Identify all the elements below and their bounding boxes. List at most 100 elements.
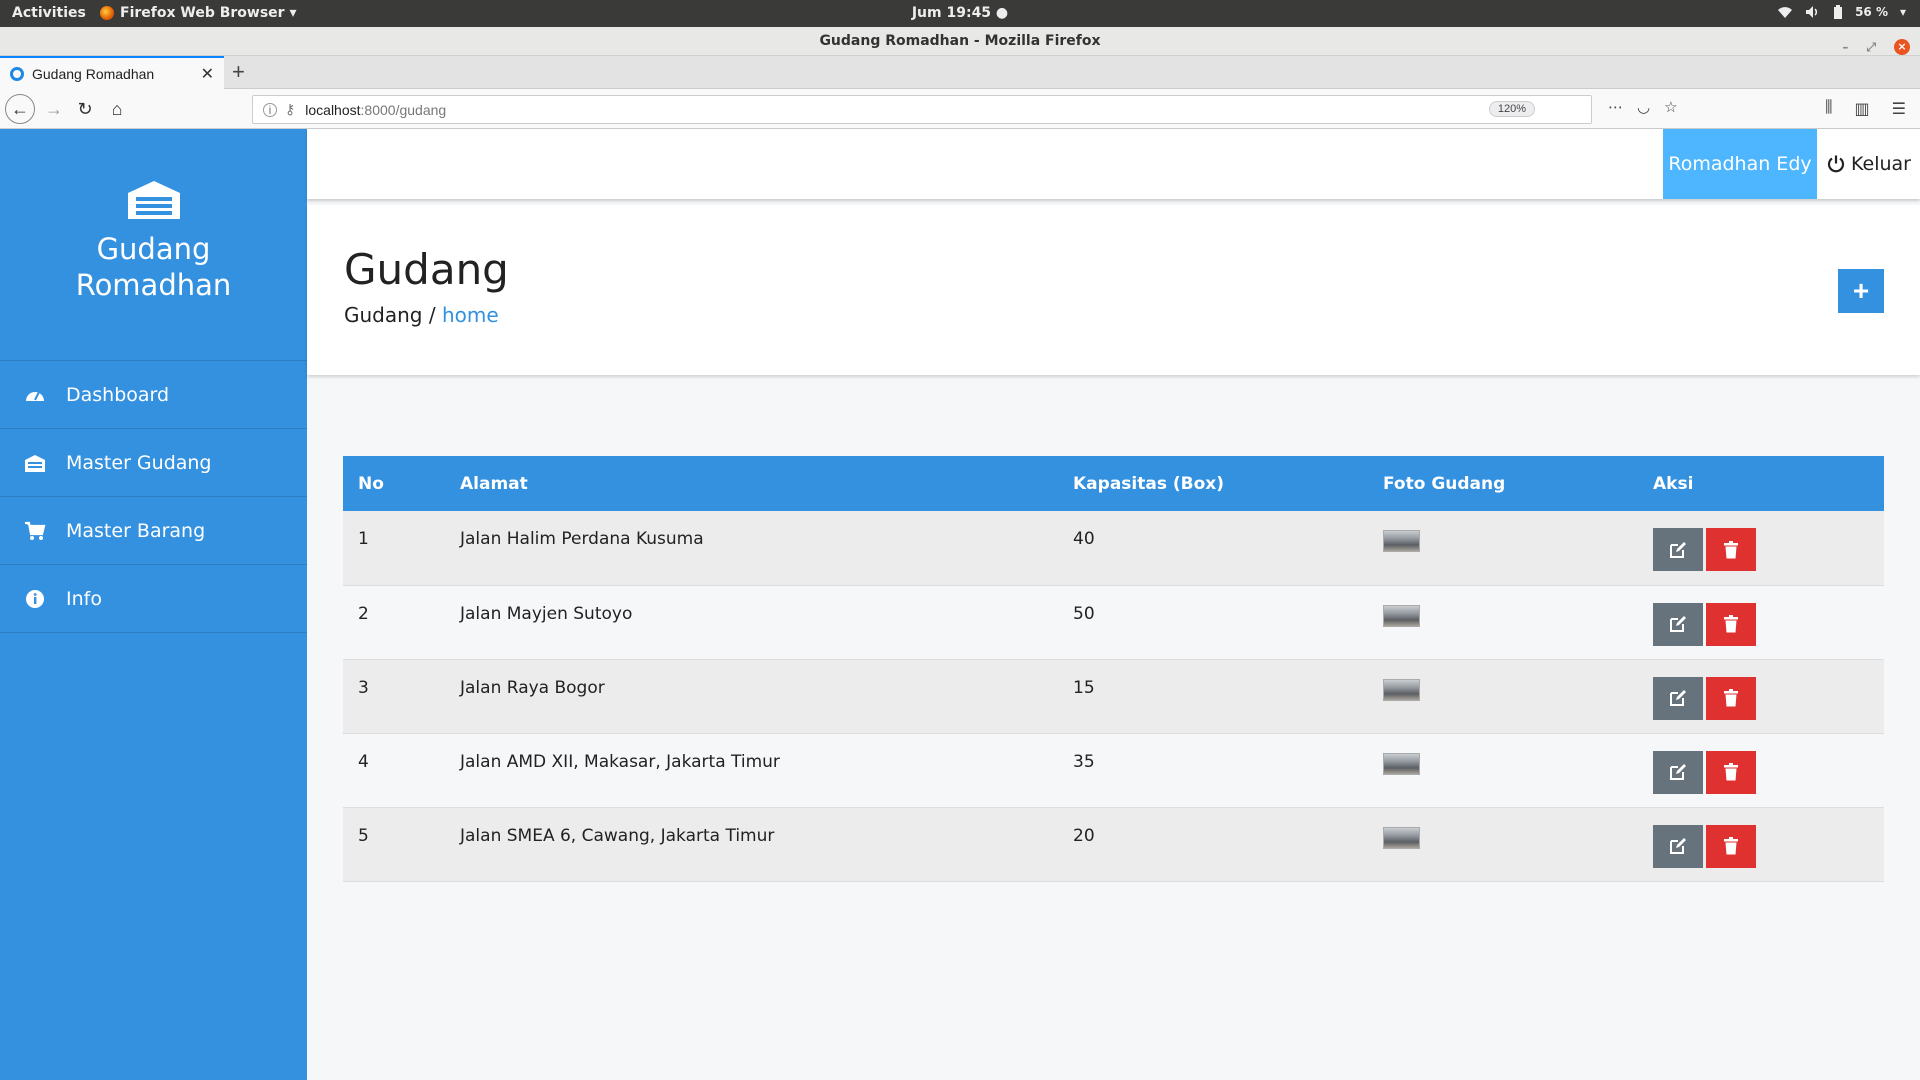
tab-title: Gudang Romadhan [32, 65, 155, 82]
back-icon[interactable]: ← [5, 94, 35, 124]
forward-icon[interactable]: → [40, 95, 68, 123]
battery-percent: 56 % [1855, 5, 1888, 19]
table-row: 2 Jalan Mayjen Sutoyo 50 [343, 585, 1884, 659]
column-header-kapasitas: Kapasitas (Box) [1073, 473, 1225, 494]
home-icon[interactable]: ⌂ [103, 95, 131, 123]
delete-button[interactable] [1706, 528, 1756, 571]
power-icon [1827, 155, 1845, 173]
delete-button[interactable] [1706, 750, 1756, 794]
sidebar-item-label: Info [66, 587, 102, 610]
app-menu-label: Firefox Web Browser ▾ [120, 5, 297, 21]
cell-no: 3 [358, 677, 369, 698]
logout-button[interactable]: Keluar [1817, 129, 1920, 199]
window-title: Gudang Romadhan - Mozilla Firefox – ⤢ × [0, 27, 1920, 56]
gudang-table: No Alamat Kapasitas (Box) Foto Gudang Ak… [343, 456, 1884, 882]
zoom-badge[interactable]: 120% [1488, 101, 1535, 117]
window-title-text: Gudang Romadhan - Mozilla Firefox [819, 33, 1101, 49]
sidebar-item-master-barang[interactable]: Master Barang [0, 497, 307, 565]
brand-title-line2: Romadhan [75, 268, 232, 302]
clock[interactable]: Jum 19:45 ● [912, 5, 1008, 21]
warehouse-photo-thumbnail[interactable] [1383, 752, 1420, 775]
tab-strip: Gudang Romadhan ✕ + [0, 56, 1920, 89]
browser-tab[interactable]: Gudang Romadhan ✕ [0, 56, 224, 89]
app-sidebar: Gudang Romadhan Dashboard Master Gudang … [0, 129, 307, 1080]
column-header-alamat: Alamat [460, 473, 528, 494]
warehouse-logo-icon [127, 181, 180, 219]
table-row: 4 Jalan AMD XII, Makasar, Jakarta Timur … [343, 733, 1884, 807]
sidebar-item-master-gudang[interactable]: Master Gudang [0, 429, 307, 497]
warehouse-photo-thumbnail[interactable] [1383, 678, 1420, 701]
edit-icon [1670, 616, 1686, 632]
table-row: 1 Jalan Halim Perdana Kusuma 40 [343, 511, 1884, 585]
breadcrumb: Gudang / home [344, 303, 499, 327]
brand[interactable]: Gudang Romadhan [0, 129, 307, 361]
cell-kapasitas: 20 [1073, 825, 1095, 846]
app-menu[interactable]: Firefox Web Browser ▾ [100, 5, 296, 21]
warehouse-photo-thumbnail[interactable] [1383, 604, 1420, 627]
activities-button[interactable]: Activities [12, 5, 86, 21]
cart-icon [25, 521, 46, 540]
site-info-icon[interactable]: i [263, 102, 277, 117]
brand-title: Gudang Romadhan [76, 231, 232, 303]
breadcrumb-home-link[interactable]: home [442, 303, 499, 327]
tab-favicon-icon [10, 66, 24, 81]
cell-alamat: Jalan AMD XII, Makasar, Jakarta Timur [460, 751, 780, 772]
edit-button[interactable] [1653, 528, 1703, 571]
sidebar-item-label: Master Barang [66, 519, 206, 542]
volume-icon [1806, 6, 1818, 18]
cell-alamat: Jalan SMEA 6, Cawang, Jakarta Timur [460, 825, 775, 846]
warehouse-photo-thumbnail[interactable] [1383, 826, 1420, 849]
edit-icon [1670, 541, 1686, 558]
page-title: Gudang [344, 245, 509, 294]
column-header-no: No [358, 473, 384, 494]
close-window-icon[interactable]: × [1894, 39, 1910, 55]
delete-button[interactable] [1706, 676, 1756, 720]
url-host: localhost [305, 101, 361, 118]
edit-icon [1670, 690, 1686, 706]
reload-icon[interactable]: ↻ [71, 95, 99, 123]
edit-button[interactable] [1653, 676, 1703, 720]
delete-button[interactable] [1706, 602, 1756, 646]
sidebar-item-dashboard[interactable]: Dashboard [0, 361, 307, 429]
bookmark-star-icon[interactable]: ☆ [1664, 98, 1677, 116]
hamburger-menu-icon[interactable]: ☰ [1892, 99, 1906, 119]
pocket-icon[interactable]: ◡ [1637, 98, 1650, 116]
cell-alamat: Jalan Mayjen Sutoyo [460, 603, 633, 624]
table-row: 3 Jalan Raya Bogor 15 [343, 659, 1884, 733]
edit-button[interactable] [1653, 750, 1703, 794]
breadcrumb-separator: / [428, 303, 436, 327]
cell-alamat: Jalan Halim Perdana Kusuma [460, 529, 704, 549]
top-navbar: Romadhan Edy Keluar [307, 129, 1920, 199]
page-header: Gudang Gudang / home + [307, 205, 1920, 375]
info-icon [26, 589, 44, 608]
delete-button[interactable] [1706, 824, 1756, 868]
url-path: :8000/gudang [360, 101, 447, 118]
user-menu-button[interactable]: Romadhan Edy [1663, 129, 1817, 199]
new-tab-icon[interactable]: + [232, 59, 245, 85]
sidebar-item-label: Master Gudang [66, 451, 212, 474]
cell-kapasitas: 35 [1073, 751, 1095, 772]
add-gudang-button[interactable]: + [1838, 269, 1884, 313]
page-actions-icon[interactable]: ⋯ [1608, 98, 1623, 116]
system-tray[interactable]: 56 % ▾ [1777, 5, 1906, 19]
edit-button[interactable] [1653, 602, 1703, 646]
trash-icon [1724, 763, 1738, 781]
trash-icon [1724, 689, 1738, 707]
edit-button[interactable] [1653, 824, 1703, 868]
sidebar-toggle-icon[interactable]: ▥ [1855, 99, 1870, 119]
key-icon: ⚷ [285, 101, 296, 117]
close-tab-icon[interactable]: ✕ [201, 64, 214, 84]
trash-icon [1724, 837, 1738, 855]
cell-no: 5 [358, 825, 369, 846]
warehouse-photo-thumbnail[interactable] [1383, 530, 1420, 552]
library-icon[interactable]: ⫼ [1825, 99, 1832, 119]
sidebar-item-info[interactable]: Info [0, 565, 307, 633]
column-header-aksi: Aksi [1653, 473, 1694, 494]
url-bar[interactable]: i ⚷ localhost:8000/gudang 120% [252, 95, 1592, 124]
cell-no: 2 [358, 603, 369, 624]
cell-kapasitas: 15 [1073, 677, 1095, 698]
system-menu-arrow-icon: ▾ [1899, 5, 1906, 19]
table-row: 5 Jalan SMEA 6, Cawang, Jakarta Timur 20 [343, 807, 1884, 881]
wifi-icon [1778, 7, 1793, 18]
cell-alamat: Jalan Raya Bogor [460, 677, 605, 698]
